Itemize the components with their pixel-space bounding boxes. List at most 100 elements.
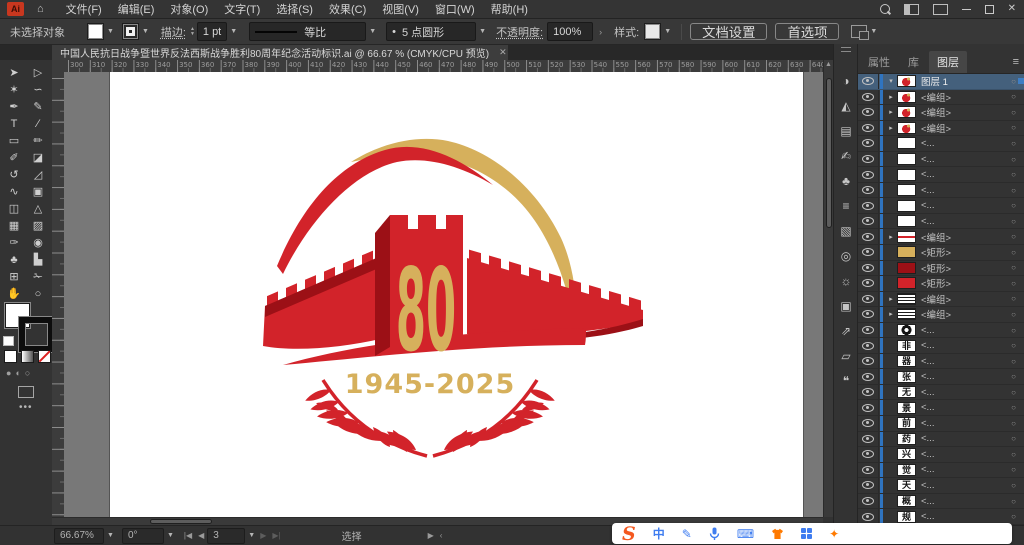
target-circle-icon[interactable]: ○: [1011, 326, 1016, 335]
draw-behind-icon[interactable]: ◐: [15, 368, 20, 378]
visibility-toggle-icon[interactable]: [862, 264, 874, 272]
column-graph-tool[interactable]: ▙: [26, 251, 50, 268]
layer-row[interactable]: ▸<编组>○: [858, 229, 1024, 245]
visibility-toggle-icon[interactable]: [862, 124, 874, 132]
layer-label[interactable]: <...: [921, 185, 934, 196]
minimize-button[interactable]: [962, 9, 971, 10]
artboard-caret[interactable]: ▼: [248, 532, 255, 539]
gradient-mode-button[interactable]: [21, 350, 34, 363]
rotation-field[interactable]: 0°: [122, 528, 164, 544]
layer-label[interactable]: <...: [921, 433, 934, 444]
layer-thumbnail[interactable]: 前: [897, 417, 916, 429]
target-circle-icon[interactable]: ○: [1011, 155, 1016, 164]
layer-label[interactable]: <...: [921, 216, 934, 227]
target-circle-icon[interactable]: ○: [1011, 77, 1016, 86]
target-circle-icon[interactable]: ○: [1011, 248, 1016, 257]
layer-row[interactable]: ▾图层 1○: [858, 74, 1024, 90]
visibility-toggle-icon[interactable]: [862, 342, 874, 350]
target-circle-icon[interactable]: ○: [1011, 388, 1016, 397]
layer-row[interactable]: 前<...○: [858, 416, 1024, 432]
expand-closed-icon[interactable]: ▸: [885, 108, 897, 116]
visibility-toggle-icon[interactable]: [862, 77, 874, 85]
layer-thumbnail[interactable]: [897, 122, 916, 134]
visibility-toggle-icon[interactable]: [862, 186, 874, 194]
arrange-documents-icon[interactable]: [904, 4, 919, 15]
layer-thumbnail[interactable]: [897, 106, 916, 118]
lasso-tool[interactable]: ∽: [26, 81, 50, 98]
target-circle-icon[interactable]: ○: [1011, 310, 1016, 319]
target-circle-icon[interactable]: ○: [1011, 512, 1016, 521]
stroke-stepper[interactable]: ▲▼: [190, 27, 195, 36]
zoom-tool[interactable]: ○: [26, 285, 50, 302]
layer-thumbnail[interactable]: 景: [897, 402, 916, 414]
layer-label[interactable]: <...: [921, 340, 934, 351]
layer-thumbnail[interactable]: 药: [897, 433, 916, 445]
shaper-tool[interactable]: ✐: [2, 149, 26, 166]
layer-thumbnail[interactable]: 规: [897, 511, 916, 523]
opacity-field[interactable]: 100%: [547, 22, 593, 41]
mesh-tool[interactable]: ▦: [2, 217, 26, 234]
pen-tool[interactable]: ✒: [2, 98, 26, 115]
rotation-caret[interactable]: ▼: [167, 532, 174, 539]
width-profile-dropdown[interactable]: 等比: [249, 22, 366, 41]
layer-row[interactable]: 景<...○: [858, 400, 1024, 416]
artboard[interactable]: 80 1945-2025: [110, 72, 803, 517]
style-swatch[interactable]: [644, 23, 661, 40]
menu-item[interactable]: 帮助(H): [483, 1, 536, 17]
layer-row[interactable]: <...○: [858, 214, 1024, 230]
target-circle-icon[interactable]: ○: [1011, 481, 1016, 490]
layer-label[interactable]: <...: [921, 480, 934, 491]
tab-close-icon[interactable]: ✕: [499, 47, 507, 58]
visibility-toggle-icon[interactable]: [862, 171, 874, 179]
perspective-grid-tool[interactable]: △: [26, 200, 50, 217]
layer-thumbnail[interactable]: 非: [897, 340, 916, 352]
free-transform-tool[interactable]: ▣: [26, 183, 50, 200]
layer-thumbnail[interactable]: [897, 200, 916, 212]
target-circle-icon[interactable]: ○: [1011, 294, 1016, 303]
brushes-icon[interactable]: ✍: [834, 145, 858, 167]
scroll-up-icon[interactable]: ▲: [825, 61, 832, 68]
visibility-toggle-icon[interactable]: [862, 404, 874, 412]
visibility-toggle-icon[interactable]: [862, 435, 874, 443]
visibility-toggle-icon[interactable]: [862, 93, 874, 101]
layer-label[interactable]: <编组>: [921, 292, 951, 306]
visibility-toggle-icon[interactable]: [862, 233, 874, 241]
visibility-toggle-icon[interactable]: [862, 202, 874, 210]
visibility-toggle-icon[interactable]: [862, 139, 874, 147]
layer-thumbnail[interactable]: [897, 277, 916, 289]
target-circle-icon[interactable]: ○: [1011, 232, 1016, 241]
layer-row[interactable]: <...○: [858, 167, 1024, 183]
menu-item[interactable]: 对象(O): [162, 1, 216, 17]
symbols-icon[interactable]: ♣: [834, 170, 858, 192]
document-setup-button[interactable]: 文档设置: [690, 23, 767, 40]
ime-toolbox-icon[interactable]: [801, 528, 812, 539]
layer-row[interactable]: <...○: [858, 136, 1024, 152]
restore-button[interactable]: [985, 5, 994, 14]
horizontal-scroll-thumb[interactable]: [150, 519, 212, 524]
dock-collapse-grip[interactable]: [841, 47, 851, 52]
layer-row[interactable]: ▸<编组>○: [858, 90, 1024, 106]
layer-thumbnail[interactable]: [897, 262, 916, 274]
layer-thumbnail[interactable]: [897, 215, 916, 227]
home-icon[interactable]: ⌂: [37, 3, 44, 15]
layer-row[interactable]: 概<...○: [858, 494, 1024, 510]
document-tab[interactable]: 中国人民抗日战争暨世界反法西斯战争胜利80周年纪念活动标识.ai @ 66.67…: [52, 45, 508, 60]
line-segment-tool[interactable]: ∕: [26, 115, 50, 132]
selection-tool[interactable]: ➤: [2, 64, 26, 81]
stroke-icon[interactable]: ≡: [834, 195, 858, 217]
visibility-toggle-icon[interactable]: [862, 419, 874, 427]
layer-thumbnail[interactable]: 张: [897, 371, 916, 383]
target-circle-icon[interactable]: ○: [1011, 341, 1016, 350]
ime-handwriting-icon[interactable]: ✎: [682, 527, 692, 541]
layer-thumbnail[interactable]: [897, 324, 916, 336]
fill-dropdown-caret[interactable]: ▼: [107, 28, 114, 35]
target-circle-icon[interactable]: ○: [1011, 123, 1016, 132]
layer-thumbnail[interactable]: [897, 184, 916, 196]
type-tool[interactable]: T: [2, 115, 26, 132]
visibility-toggle-icon[interactable]: [862, 310, 874, 318]
opacity-label[interactable]: 不透明度:: [496, 24, 543, 40]
search-icon[interactable]: [880, 4, 890, 14]
layer-row[interactable]: 张<...○: [858, 369, 1024, 385]
target-circle-icon[interactable]: ○: [1011, 450, 1016, 459]
layer-row[interactable]: ▸<编组>○: [858, 292, 1024, 308]
